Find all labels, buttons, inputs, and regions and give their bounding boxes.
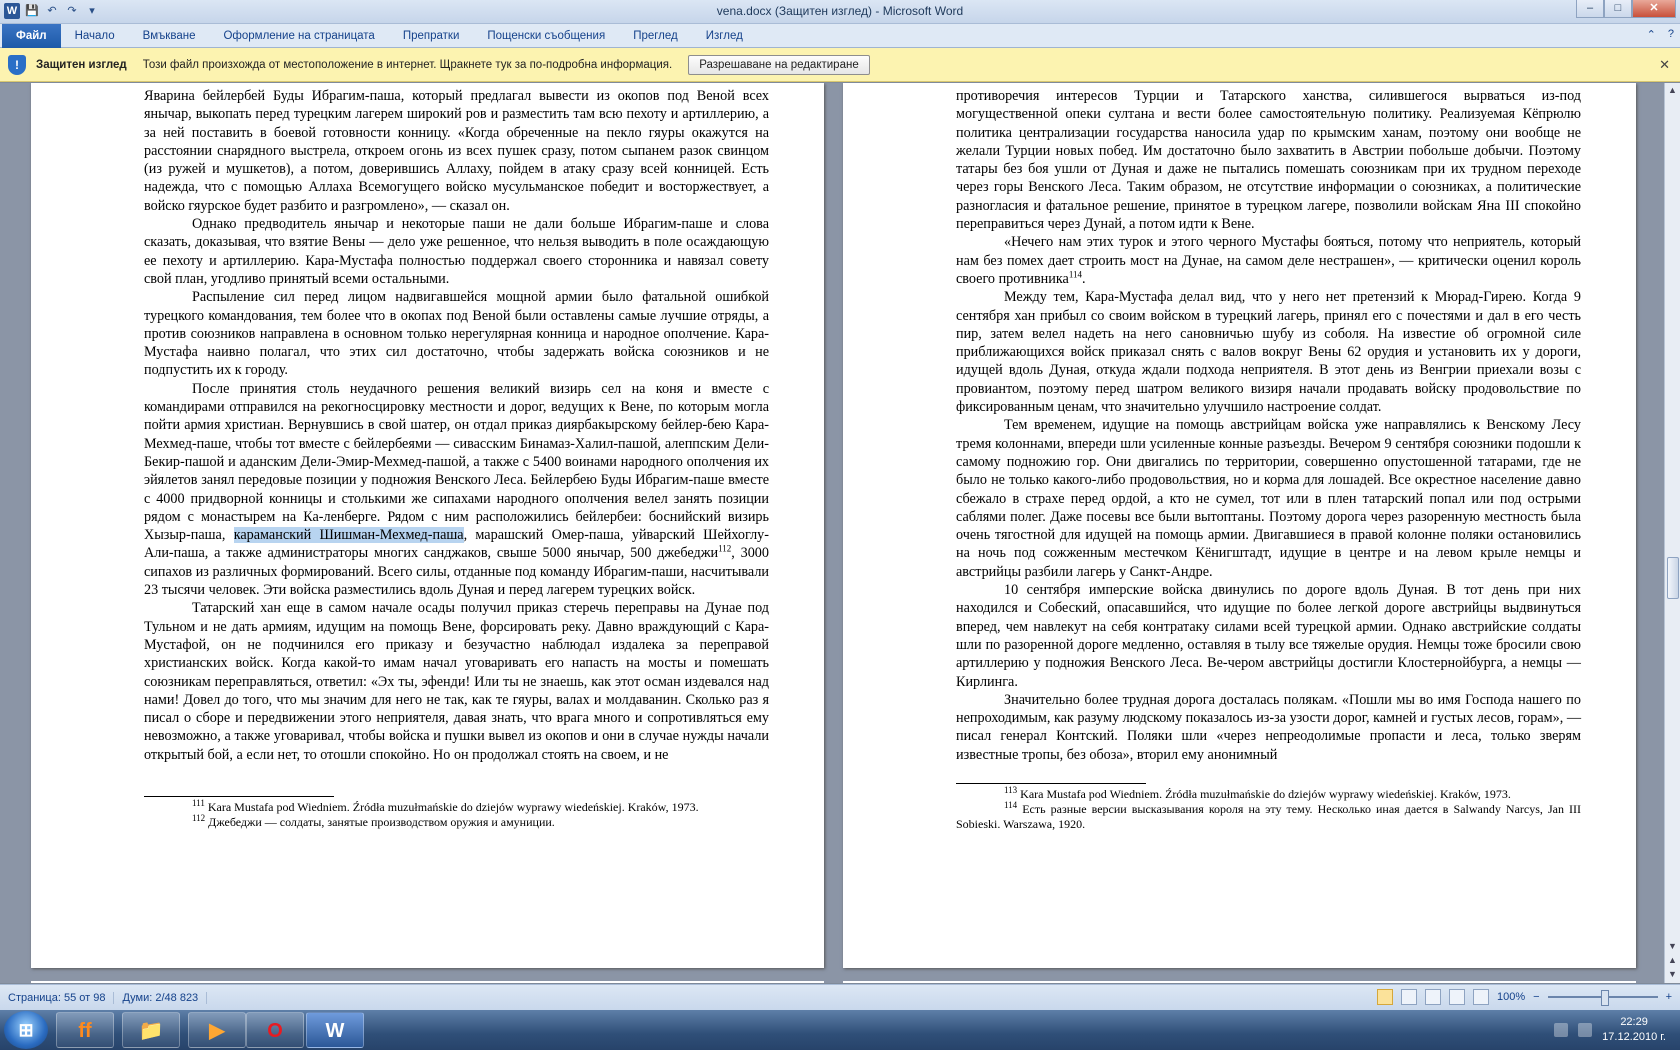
- tab-file[interactable]: Файл: [2, 23, 61, 48]
- full-screen-reading-view-icon[interactable]: [1400, 989, 1417, 1005]
- protected-view-title: Защитен изглед: [36, 58, 127, 71]
- tab-mailings[interactable]: Пощенски съобщения: [473, 24, 619, 48]
- tab-home[interactable]: Начало: [61, 24, 129, 48]
- footnote-separator: [144, 796, 334, 797]
- scroll-down-icon[interactable]: ▼: [1668, 941, 1677, 951]
- clock-time: 22:29: [1620, 1016, 1648, 1028]
- next-page-right: [843, 981, 1636, 983]
- paragraph[interactable]: Татарский хан еще в самом начале осады п…: [144, 599, 769, 764]
- explorer-taskbar-button[interactable]: 📁: [122, 1012, 180, 1048]
- footnote-text: Джебеджи — солдаты, занятые производство…: [205, 815, 555, 829]
- page-left[interactable]: Яварина бейлербей Буды Ибрагим-паша, кот…: [31, 83, 824, 968]
- paragraph[interactable]: Однако предводитель янычар и некоторые п…: [144, 215, 769, 288]
- protected-view-message[interactable]: Този файл произхожда от местоположение в…: [143, 59, 673, 71]
- paragraph[interactable]: противоречия интересов Турции и Татарско…: [956, 87, 1581, 233]
- zoom-in-button[interactable]: +: [1666, 991, 1672, 1003]
- paragraph[interactable]: Распыление сил перед лицом надвигавшейся…: [144, 288, 769, 379]
- tab-page-layout[interactable]: Оформление на страницата: [209, 24, 388, 48]
- tab-view[interactable]: Изглед: [692, 24, 757, 48]
- footnote-ref[interactable]: 114: [1069, 269, 1082, 279]
- paragraph[interactable]: Тем временем, идущие на помощь австрийца…: [956, 416, 1581, 581]
- ribbon-right-controls: ⌃ ?: [1647, 28, 1674, 41]
- footnote[interactable]: 111 Kara Mustafa pod Wiedniem. Źródła mu…: [144, 798, 769, 815]
- paragraph[interactable]: «Нечего нам этих турок и этого черного М…: [956, 233, 1581, 288]
- maximize-button[interactable]: □: [1604, 0, 1632, 18]
- page-body[interactable]: противоречия интересов Турции и Татарско…: [956, 87, 1581, 764]
- word-count[interactable]: Думи: 2/48 823: [114, 991, 208, 1004]
- footnote-text: Kara Mustafa pod Wiedniem. Źródła muzułm…: [1017, 787, 1511, 801]
- ribbon-tabs: Файл Начало Вмъкване Оформление на стран…: [0, 23, 1680, 48]
- windows-logo-icon: ⊞: [18, 1020, 34, 1040]
- tab-review[interactable]: Преглед: [619, 24, 692, 48]
- title-bar: W 💾 ↶ ↷ ▾ vena.docx (Защитен изглед) - M…: [0, 0, 1680, 24]
- print-layout-view-icon[interactable]: [1376, 989, 1393, 1005]
- next-page-icon[interactable]: ▼: [1668, 969, 1677, 979]
- footnote-ref[interactable]: 112: [718, 544, 731, 554]
- footnote-text: Есть разные версии высказывания короля н…: [956, 802, 1581, 831]
- firefox-taskbar-button[interactable]: ff: [56, 1012, 114, 1048]
- zoom-level[interactable]: 100%: [1497, 991, 1525, 1003]
- status-right: 100% − +: [1376, 989, 1672, 1006]
- paragraph[interactable]: Яварина бейлербей Буды Ибрагим-паша, кот…: [144, 87, 769, 215]
- status-bar: Страница: 55 от 98 Думи: 2/48 823 100% −…: [0, 984, 1680, 1010]
- page-right[interactable]: противоречия интересов Турции и Татарско…: [843, 83, 1636, 968]
- volume-icon[interactable]: [1578, 1023, 1593, 1037]
- media-player-taskbar-button[interactable]: ▶: [188, 1012, 246, 1048]
- paragraph[interactable]: Значительно более трудная дорога достала…: [956, 691, 1581, 764]
- page-body[interactable]: Яварина бейлербей Буды Ибрагим-паша, кот…: [144, 87, 769, 764]
- footnote-number: 114: [1004, 800, 1018, 810]
- footnote[interactable]: 114 Есть разные версии высказывания коро…: [956, 800, 1581, 832]
- next-page-left: [31, 981, 824, 983]
- window-controls: – □ ✕: [1576, 0, 1676, 18]
- paragraph[interactable]: Между тем, Кара-Мустафа делал вид, что у…: [956, 288, 1581, 416]
- shield-icon: !: [8, 54, 26, 75]
- zoom-out-button[interactable]: −: [1533, 991, 1539, 1003]
- taskbar: ⊞ ff 📁 ▶ O W 22:29 17.12.2010 г.: [0, 1010, 1680, 1050]
- start-button[interactable]: ⊞: [4, 1011, 48, 1049]
- footnotes: 111 Kara Mustafa pod Wiedniem. Źródła mu…: [144, 798, 769, 830]
- opera-taskbar-button[interactable]: O: [246, 1012, 304, 1048]
- paragraph[interactable]: После принятия столь неудачного решения …: [144, 380, 769, 600]
- footnote-separator: [956, 783, 1146, 784]
- footnote[interactable]: 113 Kara Mustafa pod Wiedniem. Źródła mu…: [956, 785, 1581, 802]
- text-run: .: [1082, 270, 1086, 287]
- footnote-text: Kara Mustafa pod Wiedniem. Źródła muzułm…: [204, 800, 699, 814]
- footnote-number: 113: [1004, 785, 1018, 795]
- protected-view-bar: ! Защитен изглед Този файл произхожда от…: [0, 48, 1680, 82]
- selected-text[interactable]: караманский Шишман-Мехмед-паша: [233, 527, 464, 544]
- footnote-number: 111: [192, 798, 205, 808]
- previous-page-icon[interactable]: ▲: [1668, 955, 1677, 965]
- window-title: vena.docx (Защитен изглед) - Microsoft W…: [716, 4, 964, 18]
- clock[interactable]: 22:29 17.12.2010 г.: [1602, 1015, 1666, 1045]
- page-count[interactable]: Страница: 55 от 98: [0, 991, 115, 1004]
- document-area[interactable]: Яварина бейлербей Буды Ибрагим-паша, кот…: [0, 83, 1664, 983]
- enable-editing-button[interactable]: Разрешаване на редактиране: [688, 54, 870, 75]
- minimize-ribbon-icon[interactable]: ⌃: [1647, 28, 1656, 41]
- footnote[interactable]: 112 Джебеджи — солдаты, занятые производ…: [144, 813, 769, 830]
- word-taskbar-button[interactable]: W: [306, 1012, 364, 1048]
- text-run: После принятия столь неудачного решения …: [144, 380, 769, 544]
- help-icon[interactable]: ?: [1668, 28, 1674, 41]
- tab-references[interactable]: Препратки: [389, 24, 474, 48]
- system-tray: 22:29 17.12.2010 г.: [1554, 1010, 1680, 1050]
- close-button[interactable]: ✕: [1632, 0, 1676, 18]
- paragraph[interactable]: 10 сентября имперские войска двинулись п…: [956, 581, 1581, 691]
- close-message-bar-icon[interactable]: ✕: [1659, 57, 1670, 73]
- footnotes: 113 Kara Mustafa pod Wiedniem. Źródła mu…: [956, 785, 1581, 832]
- tab-insert[interactable]: Вмъкване: [129, 24, 210, 48]
- scroll-up-icon[interactable]: ▲: [1668, 85, 1677, 95]
- scroll-thumb[interactable]: [1667, 557, 1679, 599]
- zoom-slider[interactable]: [1547, 990, 1658, 1006]
- network-icon[interactable]: [1554, 1023, 1569, 1037]
- clock-date: 17.12.2010 г.: [1602, 1031, 1666, 1043]
- outline-view-icon[interactable]: [1448, 989, 1465, 1005]
- text-run: «Нечего нам этих турок и этого черного М…: [956, 234, 1581, 287]
- footnote-number: 112: [192, 813, 206, 823]
- web-layout-view-icon[interactable]: [1424, 989, 1441, 1005]
- draft-view-icon[interactable]: [1472, 989, 1489, 1005]
- vertical-scrollbar[interactable]: ▲ ▼ ▲ ▼: [1664, 83, 1680, 983]
- minimize-button[interactable]: –: [1576, 0, 1604, 18]
